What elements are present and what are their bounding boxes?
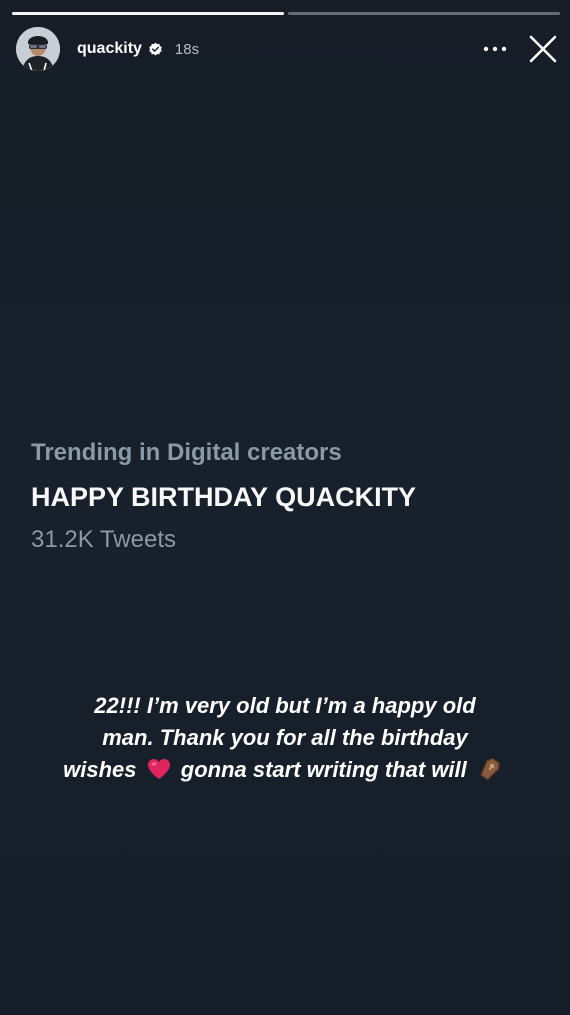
caption-line: wishes gonna start writing that will — [20, 754, 550, 789]
post-time: 18s — [174, 40, 200, 58]
story-header: quackity 18s — [16, 27, 558, 71]
story-progress-bar — [12, 12, 560, 15]
trend-context: Trending in Digital creators — [31, 439, 342, 466]
story-viewer[interactable]: quackity 18s Trending in Digital creator… — [0, 0, 570, 1015]
caption-line: man. Thank you for all the birthday — [102, 725, 468, 750]
caption-line: 22!!! I’m very old but I’m a happy old — [94, 693, 476, 718]
caption-text: gonna start writing that will — [180, 757, 467, 782]
trend-card: Trending in Digital creators HAPPY BIRTH… — [31, 437, 551, 556]
coffin-icon — [477, 757, 503, 789]
progress-segment — [288, 12, 560, 15]
username[interactable]: quackity — [77, 40, 142, 58]
avatar[interactable] — [16, 27, 60, 71]
verified-badge-icon — [148, 42, 163, 57]
story-caption: 22!!! I’m very old but I’m a happy old m… — [20, 690, 550, 789]
caption-text: wishes — [63, 757, 137, 782]
red-heart-icon — [147, 757, 171, 789]
progress-segment-fill — [12, 12, 284, 15]
close-icon[interactable] — [528, 34, 558, 64]
trend-tweet-count: 31.2K Tweets — [31, 526, 176, 553]
trend-name: HAPPY BIRTHDAY QUACKITY — [31, 482, 417, 512]
progress-segment — [12, 12, 284, 15]
ellipsis-icon[interactable] — [480, 34, 510, 64]
